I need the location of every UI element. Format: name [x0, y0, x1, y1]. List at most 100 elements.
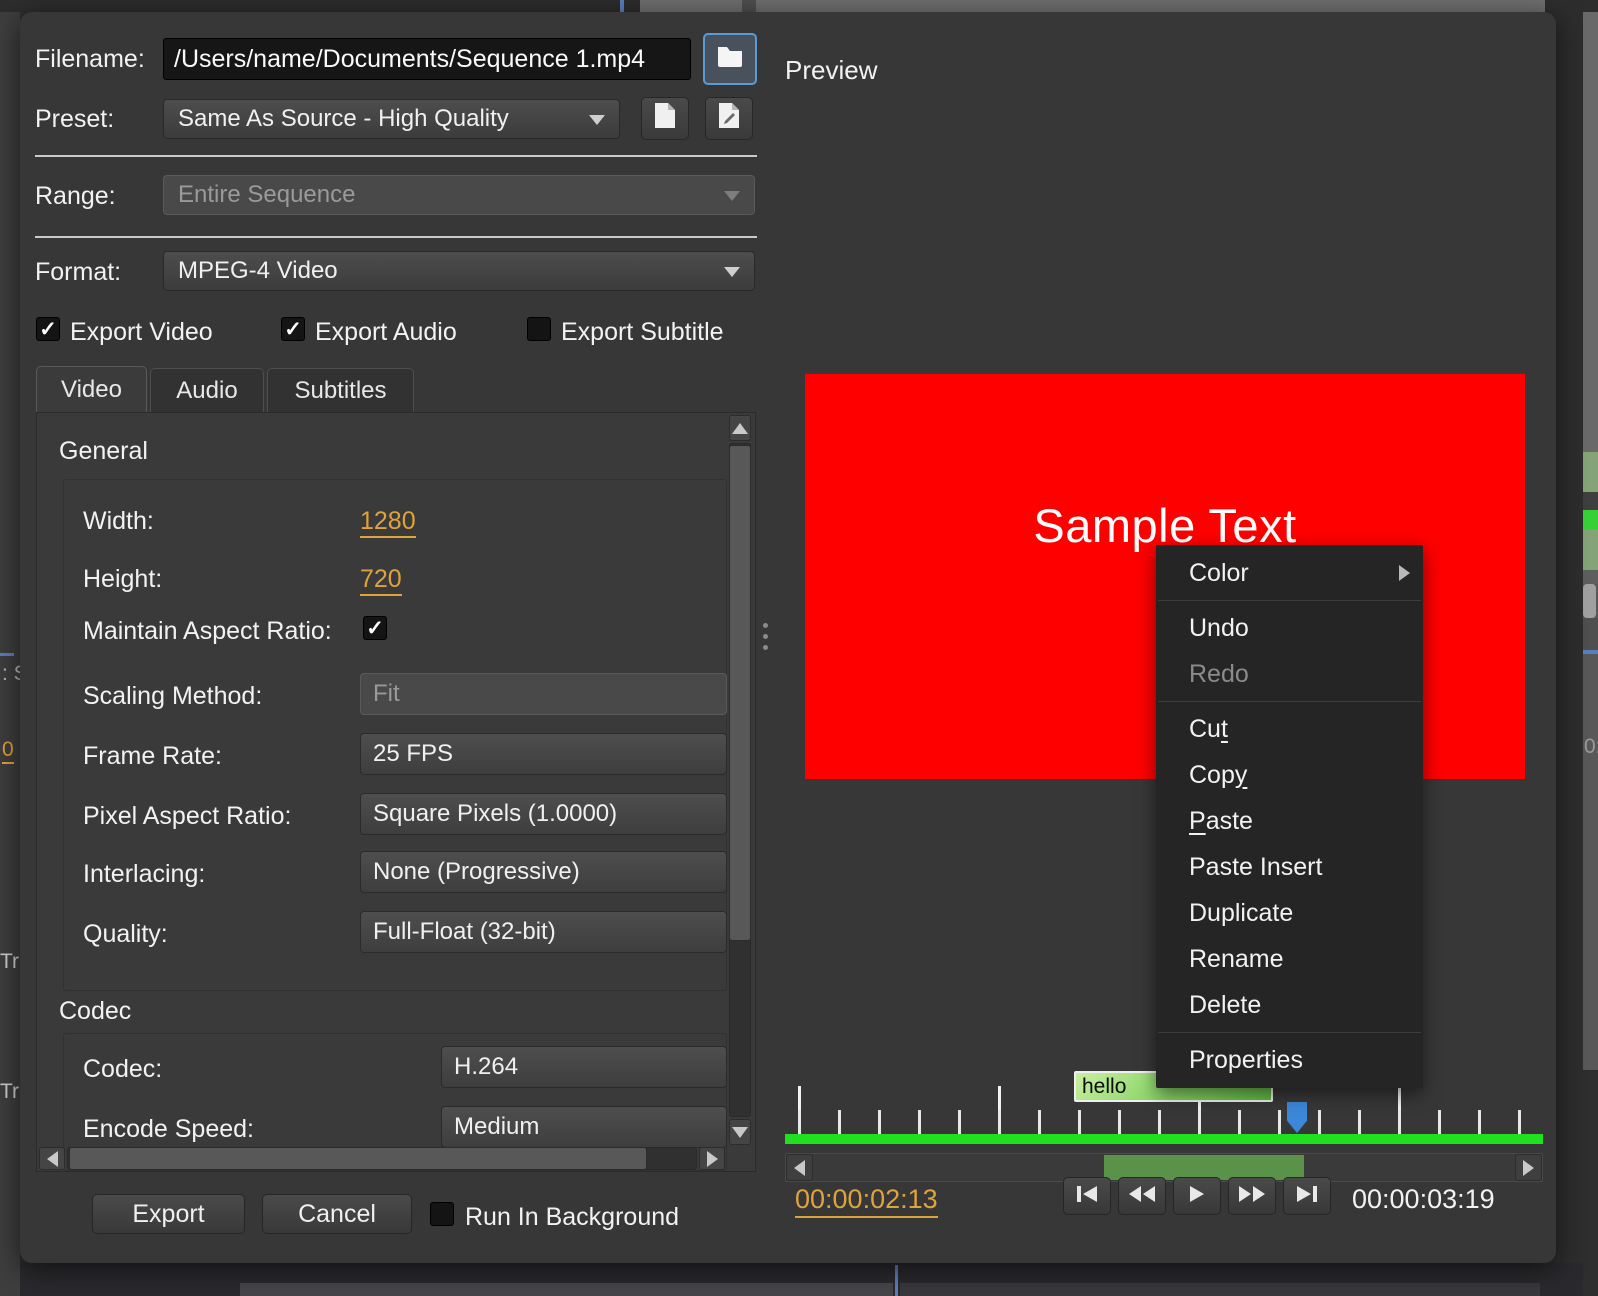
filename-input[interactable]: /Users/name/Documents/Sequence 1.mp4 — [163, 38, 691, 80]
menu-item-label: Cut — [1189, 714, 1228, 743]
pixel-aspect-ratio-label: Pixel Aspect Ratio: — [83, 802, 292, 830]
context-menu: Color Undo Redo Cut Copy Paste Paste Ins… — [1156, 545, 1423, 1088]
menu-item-cut[interactable]: Cut — [1156, 706, 1423, 752]
format-select[interactable]: MPEG-4 Video — [163, 251, 755, 291]
maintain-aspect-ratio-label: Maintain Aspect Ratio: — [83, 617, 332, 645]
codec-section-title: Codec — [59, 997, 132, 1025]
arrow-right-icon — [1523, 1159, 1534, 1176]
scroll-up-button[interactable] — [729, 415, 751, 441]
menu-item-paste-insert[interactable]: Paste Insert — [1156, 844, 1423, 890]
menu-item-undo[interactable]: Undo — [1156, 605, 1423, 651]
menu-item-label: Color — [1189, 558, 1249, 587]
menu-item-properties[interactable]: Properties — [1156, 1037, 1423, 1083]
tab-subtitles[interactable]: Subtitles — [267, 368, 414, 412]
background-fragment: 0: — [1584, 735, 1598, 758]
export-video-checkbox[interactable]: ✓ — [36, 317, 60, 341]
export-button[interactable]: Export — [92, 1194, 245, 1234]
submenu-arrow-icon — [1399, 565, 1410, 581]
background-fragment: 0 — [2, 738, 14, 764]
check-icon: ✓ — [39, 317, 57, 341]
browse-file-button[interactable] — [703, 33, 757, 85]
menu-item-duplicate[interactable]: Duplicate — [1156, 890, 1423, 936]
range-label: Range: — [35, 182, 116, 210]
play-button[interactable] — [1173, 1177, 1221, 1215]
export-subtitle-checkbox[interactable] — [527, 317, 551, 341]
menu-item-label: Delete — [1189, 990, 1262, 1019]
scroll-left-button[interactable] — [39, 1147, 65, 1170]
scaling-method-label: Scaling Method: — [83, 682, 263, 710]
rewind-button[interactable] — [1118, 1177, 1166, 1215]
pixel-aspect-ratio-select[interactable]: Square Pixels (1.0000) — [360, 793, 727, 835]
save-preset-button[interactable] — [705, 97, 753, 140]
menu-item-rename[interactable]: Rename — [1156, 936, 1423, 982]
background-panel-notch — [742, 0, 756, 12]
chevron-down-icon — [724, 267, 740, 277]
menu-item-delete[interactable]: Delete — [1156, 982, 1423, 1028]
width-label: Width: — [83, 507, 154, 535]
skip-to-start-icon — [1075, 1182, 1099, 1211]
current-timecode[interactable]: 00:00:02:13 — [795, 1184, 938, 1218]
arrow-left-icon — [46, 1150, 58, 1167]
background-fragment: Tr — [0, 950, 20, 973]
interlacing-select[interactable]: None (Progressive) — [360, 851, 727, 893]
fast-forward-button[interactable] — [1228, 1177, 1276, 1215]
scroll-left-button[interactable] — [786, 1154, 813, 1181]
quality-select[interactable]: Full-Float (32-bit) — [360, 911, 727, 953]
run-in-background-checkbox[interactable] — [430, 1202, 454, 1226]
tab-bar: Video Audio Subtitles — [20, 366, 770, 412]
splitter-handle[interactable] — [761, 620, 769, 666]
height-value-link[interactable]: 720 — [360, 565, 402, 596]
menu-item-paste[interactable]: Paste — [1156, 798, 1423, 844]
background-fragment: Tr — [0, 1080, 20, 1103]
preset-select[interactable]: Same As Source - High Quality — [163, 99, 620, 139]
preset-value: Same As Source - High Quality — [178, 105, 509, 132]
tab-audio[interactable]: Audio — [150, 368, 264, 412]
menu-item-color[interactable]: Color — [1156, 550, 1423, 596]
background-panel-edge — [640, 0, 1545, 12]
horizontal-scrollbar-thumb[interactable] — [69, 1147, 647, 1170]
skip-to-end-icon — [1295, 1182, 1319, 1211]
menu-item-label: Duplicate — [1189, 898, 1294, 927]
height-label: Height: — [83, 565, 163, 593]
background-bottom-strip — [20, 1263, 1583, 1296]
export-dialog: Filename: /Users/name/Documents/Sequence… — [20, 12, 1556, 1263]
tab-label: Video — [61, 375, 122, 403]
chevron-down-icon — [724, 191, 740, 201]
background-green-fragment — [1583, 510, 1598, 529]
background-block — [1583, 1070, 1598, 1296]
go-to-end-button[interactable] — [1283, 1177, 1331, 1215]
background-blue-hline — [1583, 650, 1598, 654]
menu-item-label: Paste — [1189, 806, 1253, 835]
frame-rate-label: Frame Rate: — [83, 742, 222, 770]
tab-video[interactable]: Video — [36, 366, 147, 412]
encode-speed-select[interactable]: Medium — [441, 1106, 727, 1148]
frame-rate-select[interactable]: 25 FPS — [360, 733, 727, 775]
menu-item-label: Properties — [1189, 1045, 1303, 1074]
codec-select[interactable]: H.264 — [441, 1046, 727, 1088]
screen: : S 0 Tr Tr 0: Filename: /Users/name/Doc… — [0, 0, 1598, 1296]
folder-icon — [716, 44, 744, 75]
scaling-method-select: Fit — [360, 673, 727, 715]
tab-label: Audio — [176, 376, 238, 404]
background-blue-line — [620, 0, 624, 12]
cancel-button[interactable]: Cancel — [262, 1194, 412, 1234]
scroll-down-button[interactable] — [729, 1119, 751, 1145]
export-video-label: Export Video — [70, 318, 213, 346]
background-clip-fragment — [1583, 452, 1598, 492]
export-audio-checkbox[interactable]: ✓ — [281, 317, 305, 341]
scroll-right-button[interactable] — [1515, 1154, 1542, 1181]
arrow-left-icon — [794, 1159, 805, 1176]
arrow-right-icon — [706, 1150, 718, 1167]
codec-label: Codec: — [83, 1055, 163, 1083]
vertical-scrollbar-thumb[interactable] — [729, 445, 751, 941]
width-value-link[interactable]: 1280 — [360, 507, 416, 538]
go-to-start-button[interactable] — [1063, 1177, 1111, 1215]
document-edit-icon — [718, 102, 740, 136]
load-preset-button[interactable] — [641, 97, 689, 140]
menu-item-copy[interactable]: Copy — [1156, 752, 1423, 798]
scroll-right-button[interactable] — [699, 1147, 725, 1170]
background-blue-line — [895, 1265, 898, 1296]
maintain-aspect-ratio-checkbox[interactable]: ✓ — [363, 616, 387, 640]
background-handle-fragment — [1583, 584, 1596, 618]
export-audio-label: Export Audio — [315, 318, 457, 346]
